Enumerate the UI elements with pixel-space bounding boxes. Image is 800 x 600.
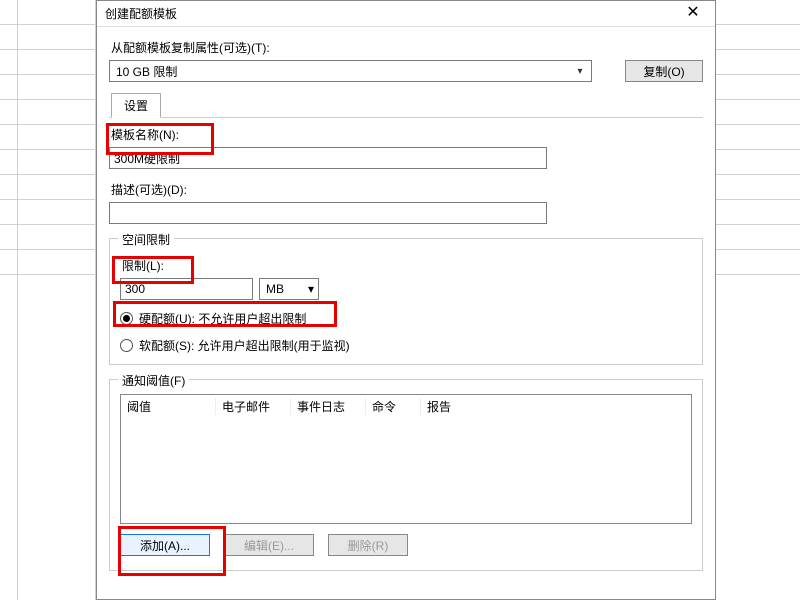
description-input[interactable] <box>109 202 547 224</box>
chevron-down-icon: ▾ <box>308 282 314 296</box>
radio-soft-quota[interactable]: 软配额(S): 允许用户超出限制(用于监视) <box>120 337 692 354</box>
col-command: 命令 <box>366 398 421 415</box>
close-icon[interactable]: ✕ <box>677 4 709 24</box>
unit-value: MB <box>266 282 284 296</box>
radio-hard-label: 硬配额(U): 不允许用户超出限制 <box>139 310 306 327</box>
limit-input[interactable] <box>120 278 253 300</box>
col-threshold: 阈值 <box>121 398 216 415</box>
delete-button[interactable]: 删除(R) <box>328 534 408 556</box>
col-email: 电子邮件 <box>216 398 291 415</box>
template-select[interactable]: 10 GB 限制 ▾ <box>109 60 592 82</box>
chevron-down-icon: ▾ <box>573 66 587 77</box>
col-report: 报告 <box>421 398 491 415</box>
copy-from-label: 从配额模板复制属性(可选)(T): <box>111 39 703 56</box>
titlebar: 创建配额模板 ✕ <box>97 1 715 27</box>
radio-icon <box>120 312 133 325</box>
description-label: 描述(可选)(D): <box>111 181 703 198</box>
threshold-group: 通知阈值(F) 阈值 电子邮件 事件日志 命令 报告 添加(A)... 编辑(E… <box>109 379 703 571</box>
template-name-input[interactable] <box>109 147 547 169</box>
space-limit-legend: 空间限制 <box>118 231 174 248</box>
dialog-content: 从配额模板复制属性(可选)(T): 10 GB 限制 ▾ 复制(O) 设置 模板… <box>97 27 715 575</box>
radio-icon <box>120 339 133 352</box>
col-eventlog: 事件日志 <box>291 398 366 415</box>
add-button[interactable]: 添加(A)... <box>120 534 210 556</box>
template-select-value: 10 GB 限制 <box>116 63 177 80</box>
copy-button[interactable]: 复制(O) <box>625 60 703 82</box>
limit-label: 限制(L): <box>122 257 692 274</box>
space-limit-group: 空间限制 限制(L): MB ▾ 硬配额(U): 不允许用户超出限制 软配额(S… <box>109 238 703 365</box>
edit-button[interactable]: 编辑(E)... <box>224 534 314 556</box>
radio-soft-label: 软配额(S): 允许用户超出限制(用于监视) <box>139 337 350 354</box>
threshold-legend: 通知阈值(F) <box>118 372 189 389</box>
table-header: 阈值 电子邮件 事件日志 命令 报告 <box>121 395 691 417</box>
unit-select[interactable]: MB ▾ <box>259 278 319 300</box>
quota-template-dialog: 创建配额模板 ✕ 从配额模板复制属性(可选)(T): 10 GB 限制 ▾ 复制… <box>96 0 716 600</box>
tab-settings[interactable]: 设置 <box>111 93 161 118</box>
radio-hard-quota[interactable]: 硬配额(U): 不允许用户超出限制 <box>120 310 692 327</box>
threshold-table[interactable]: 阈值 电子邮件 事件日志 命令 报告 <box>120 394 692 524</box>
template-name-label: 模板名称(N): <box>111 126 703 143</box>
dialog-title: 创建配额模板 <box>105 5 177 22</box>
